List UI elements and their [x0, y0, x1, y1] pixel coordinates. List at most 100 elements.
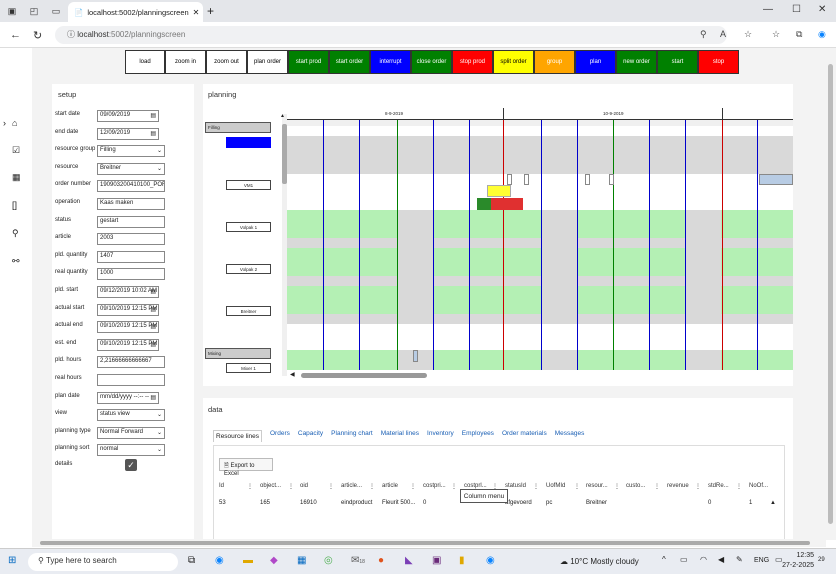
field-input[interactable]: 1407 — [97, 250, 165, 263]
bracket-icon[interactable]: [] — [12, 200, 17, 210]
resource-volpak-2[interactable]: Volpak 2 — [226, 264, 271, 274]
task-view-icon[interactable]: ⧉ — [188, 555, 195, 566]
address-input[interactable]: ⓘ localhost:5002/planningscreen — [55, 26, 727, 44]
scroll-left-icon[interactable]: ◀ — [290, 371, 295, 378]
column-header[interactable]: custo... ⋮ — [626, 478, 664, 494]
order-bar[interactable] — [759, 174, 793, 185]
gantt-chart[interactable]: 8-9-2019 10-9-2019 — [287, 108, 793, 370]
browser-tab[interactable]: 📄 localhost:5002/planningscreen ✕ — [68, 2, 203, 22]
column-header[interactable]: resour... ⋮ — [586, 478, 624, 494]
calendar-icon[interactable]: ▤ — [150, 112, 156, 119]
powerbi-icon[interactable]: ▮ — [459, 555, 465, 566]
back-icon[interactable]: ← — [10, 29, 21, 41]
field-input[interactable] — [97, 374, 165, 386]
language[interactable]: ENG — [754, 557, 769, 564]
field-input[interactable]: 2,21666666666667 — [97, 356, 165, 369]
resource-group-mixing[interactable]: Mixing — [205, 348, 271, 359]
close-tab-icon[interactable]: ✕ — [193, 8, 200, 17]
edge-active-icon[interactable]: ◉ — [486, 555, 495, 566]
calendar-icon[interactable]: ▤ — [150, 306, 156, 313]
mail-icon[interactable]: ✉18 — [351, 555, 365, 566]
edge-icon[interactable]: ◉ — [215, 555, 224, 566]
column-menu-icon[interactable]: ⋮ — [736, 483, 742, 490]
scroll-up-icon[interactable]: ▲ — [280, 113, 285, 119]
battery-icon[interactable]: ▭ — [680, 555, 688, 564]
powerpoint-icon[interactable]: ● — [378, 555, 384, 566]
workspaces-icon[interactable]: ◰ — [28, 5, 40, 17]
calendar-icon[interactable]: ▤ — [150, 130, 156, 137]
field-input[interactable]: 09/10/2019 12:15 PM ▤ — [97, 321, 159, 334]
column-header[interactable]: UofMId ⋮ — [546, 478, 584, 494]
app-icon[interactable]: ◆ — [270, 555, 278, 566]
resource-breitner[interactable]: Breitner — [226, 306, 271, 316]
field-input[interactable]: Filling ⌄ — [97, 145, 165, 158]
resource-volpak-1[interactable]: Volpak 1 — [226, 222, 271, 232]
field-input[interactable]: status view ⌄ — [97, 409, 165, 422]
column-header[interactable]: object... ⋮ — [260, 478, 298, 494]
column-menu-icon[interactable]: ⋮ — [288, 483, 294, 490]
attachment-icon[interactable]: ⚯ — [12, 256, 20, 267]
tab-actions-icon[interactable]: ▭ — [50, 5, 62, 17]
data-tab[interactable]: Orders — [270, 430, 290, 442]
terminal-icon[interactable]: ▣ — [432, 555, 441, 566]
clock[interactable]: 12:35 27-2-2025 — [774, 551, 814, 571]
profile-icon[interactable]: ▣ — [6, 5, 18, 17]
field-input[interactable]: 09/10/2019 12:15 PM ▤ — [97, 338, 159, 351]
field-input[interactable]: 2003 — [97, 233, 165, 246]
column-menu-icon[interactable]: ⋮ — [574, 483, 580, 490]
order-bar[interactable] — [477, 198, 523, 210]
home-icon[interactable]: ⌂ — [12, 118, 17, 128]
toolbar-button[interactable]: group — [534, 50, 575, 74]
data-tab[interactable]: Material lines — [381, 430, 419, 442]
toolbar-button[interactable]: start prod — [288, 50, 329, 74]
dashboard-icon[interactable]: ▦ — [12, 172, 21, 183]
field-input[interactable]: normal ⌄ — [97, 444, 165, 457]
order-marker[interactable] — [507, 174, 512, 185]
notifications-icon[interactable]: 29 — [818, 557, 825, 563]
column-menu-icon[interactable]: ⋮ — [533, 483, 539, 490]
copilot-icon[interactable]: ◉ — [818, 29, 826, 40]
toolbar-button[interactable]: plan order — [247, 50, 288, 74]
order-marker[interactable] — [609, 174, 614, 185]
new-tab-icon[interactable]: + — [207, 4, 214, 18]
order-marker[interactable] — [524, 174, 529, 185]
collections-icon[interactable]: ⧉ — [796, 29, 802, 40]
maximize-icon[interactable]: ☐ — [792, 4, 801, 15]
resource-vm1[interactable]: VM1 — [226, 180, 271, 190]
column-header[interactable]: article ⋮ — [382, 478, 420, 494]
order-marker[interactable] — [413, 350, 418, 362]
field-input[interactable]: 09/12/2019 10:02 AM ▤ — [97, 286, 159, 298]
field-input[interactable]: Normal Forward ⌄ — [97, 426, 165, 439]
volume-icon[interactable]: ◀ — [718, 555, 724, 564]
field-input[interactable]: 12/09/2019 ▤ — [97, 127, 159, 140]
column-menu-tooltip[interactable]: Column menu — [460, 489, 508, 503]
column-menu-icon[interactable]: ⋮ — [654, 483, 660, 490]
windows-start-icon[interactable]: ⊞ — [8, 555, 16, 566]
page-horizontal-scrollbar[interactable] — [32, 539, 826, 547]
toolbar-button[interactable]: stop prod — [452, 50, 493, 74]
column-menu-icon[interactable]: ⋮ — [328, 483, 334, 490]
column-menu-icon[interactable]: ⋮ — [451, 483, 457, 490]
details-checkbox[interactable]: ✓ — [125, 459, 137, 471]
weather[interactable]: ☁ 10°C Mostly cloudy — [560, 557, 639, 566]
data-tab[interactable]: Resource lines — [213, 430, 262, 442]
data-tab[interactable]: Inventory — [427, 430, 454, 442]
tasks-icon[interactable]: ☑ — [12, 145, 20, 156]
field-input[interactable]: 1000 — [97, 268, 165, 281]
close-window-icon[interactable]: ✕ — [818, 4, 826, 15]
pen-icon[interactable]: ✎ — [736, 555, 743, 564]
data-tab[interactable]: Capacity — [298, 430, 323, 442]
column-header[interactable]: oid ⋮ — [300, 478, 338, 494]
field-input[interactable]: Kaas maken — [97, 198, 165, 210]
toolbar-button[interactable]: zoom out — [206, 50, 247, 74]
visual-studio-icon[interactable]: ◣ — [405, 555, 413, 566]
field-input[interactable]: Breitner ⌄ — [97, 162, 165, 175]
minimize-icon[interactable]: — — [763, 4, 773, 15]
order-bar[interactable] — [487, 185, 511, 197]
taskbar-search[interactable]: ⚲ Type here to search — [28, 553, 178, 571]
order-marker[interactable] — [585, 174, 590, 185]
gantt-horizontal-scrollbar[interactable]: ◀ — [287, 371, 793, 380]
toolbar-button[interactable]: zoom in — [165, 50, 206, 74]
column-menu-icon[interactable]: ⋮ — [247, 483, 253, 490]
data-tab[interactable]: Messages — [555, 430, 585, 442]
